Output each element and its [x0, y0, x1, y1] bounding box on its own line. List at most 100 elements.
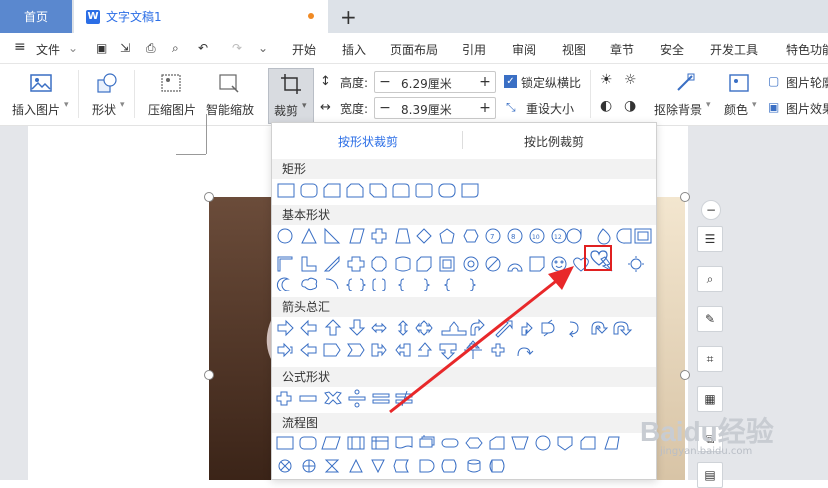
tab-bar: 首页 W 文字文稿1 +	[0, 0, 828, 33]
watermark-logo: Baidu经验	[640, 416, 774, 447]
section-flowchart: 流程图	[272, 413, 656, 433]
crop-button[interactable]: 裁剪 ▾	[268, 68, 314, 124]
tab-shape-crop[interactable]: 按形状裁剪	[338, 133, 398, 150]
layout-options-icon[interactable]: ☰	[697, 226, 723, 252]
width-icon: ↔	[320, 100, 331, 115]
lock-ratio-label: 锁定纵横比	[521, 76, 582, 90]
zoom-icon[interactable]: ⌕	[697, 266, 723, 292]
quick-access-dropdown-icon[interactable]: ⌄	[258, 41, 268, 55]
menu-insert[interactable]: 插入	[342, 41, 366, 58]
arrow-shapes	[277, 319, 633, 360]
menu-features[interactable]: 特色功能	[786, 41, 828, 58]
color-icon	[729, 74, 749, 92]
chevron-down-icon[interactable]: ▾	[752, 100, 757, 110]
width-stepper[interactable]: − 8.39厘米 +	[374, 97, 496, 119]
resize-handle[interactable]	[680, 370, 690, 380]
image-outline-icon: ▢	[768, 74, 780, 88]
resize-handle[interactable]	[680, 192, 690, 202]
heart-shape-highlight[interactable]	[584, 245, 612, 271]
menu-start[interactable]: 开始	[292, 41, 316, 58]
shape-button[interactable]: 形状	[92, 101, 116, 118]
more-tools-icon[interactable]: ▤	[697, 462, 723, 488]
flowchart-shapes	[276, 435, 620, 474]
color-button[interactable]: 颜色	[724, 101, 748, 118]
compress-image-icon	[161, 74, 181, 92]
resize-handle[interactable]	[204, 370, 214, 380]
smart-zoom-button[interactable]: 智能缩放	[206, 101, 254, 118]
image-tool-icon[interactable]: ▦	[697, 386, 723, 412]
contrast-down-icon[interactable]: ◑	[624, 98, 636, 114]
crop-dropdown: 按形状裁剪 按比例裁剪 矩形 基本形状 7 8 10 12 箭头总汇 公式形状 …	[271, 122, 657, 480]
print-preview-icon[interactable]: ⌕	[172, 41, 179, 56]
chevron-down-icon[interactable]: ⌄	[68, 41, 78, 55]
section-basic: 基本形状	[272, 205, 656, 225]
crop-label: 裁剪	[274, 104, 299, 118]
remove-bg-icon	[677, 73, 695, 91]
image-effect-button[interactable]: 图片效果	[786, 100, 828, 117]
export-icon[interactable]: ⇲	[120, 41, 130, 55]
tab-ratio-crop[interactable]: 按比例裁剪	[524, 133, 584, 150]
menu-developer[interactable]: 开发工具	[710, 41, 758, 58]
menu-file[interactable]: 文件	[36, 41, 60, 58]
chevron-down-icon: ▾	[302, 101, 307, 111]
height-decrement-button[interactable]: −	[375, 72, 395, 92]
menu-review[interactable]: 审阅	[512, 41, 536, 58]
brightness-down-icon[interactable]: ☼	[624, 72, 637, 88]
formula-shapes	[276, 389, 413, 408]
insert-image-button[interactable]: 插入图片	[12, 101, 60, 118]
tab-document-label: 文字文稿1	[106, 10, 162, 24]
insert-image-icon	[30, 74, 52, 92]
width-decrement-button[interactable]: −	[375, 98, 395, 118]
collapse-icon[interactable]: −	[701, 200, 721, 220]
writer-icon: W	[86, 9, 100, 24]
svg-text:10: 10	[532, 234, 540, 241]
compress-image-button[interactable]: 压缩图片	[148, 101, 196, 118]
menu-page-layout[interactable]: 页面布局	[390, 41, 438, 58]
svg-text:8: 8	[511, 233, 515, 241]
margin-mark	[206, 114, 207, 154]
crop-icon[interactable]: ⌗	[697, 346, 723, 372]
crop-icon	[281, 74, 301, 94]
menu-chapter[interactable]: 章节	[610, 41, 634, 58]
section-rect: 矩形	[272, 159, 656, 179]
crop-mode-tabs: 按形状裁剪 按比例裁剪	[272, 123, 658, 157]
height-label: 高度:	[340, 76, 369, 90]
section-formula: 公式形状	[272, 367, 656, 387]
chevron-down-icon[interactable]: ▾	[706, 100, 711, 110]
margin-mark	[176, 154, 206, 155]
edit-image-icon[interactable]: ✎	[697, 306, 723, 332]
save-icon[interactable]: ▣	[96, 41, 107, 55]
height-stepper[interactable]: − 6.29厘米 +	[374, 71, 496, 93]
menu-reference[interactable]: 引用	[462, 41, 486, 58]
reset-size-button[interactable]: 重设大小	[526, 100, 574, 117]
remove-bg-button[interactable]: 抠除背景	[654, 101, 702, 118]
height-increment-button[interactable]: +	[475, 72, 495, 92]
tab-document[interactable]: W 文字文稿1	[74, 0, 328, 33]
tab-home[interactable]: 首页	[0, 0, 72, 33]
lock-ratio-checkbox[interactable]: ✓	[504, 75, 517, 88]
image-outline-button[interactable]: 图片轮廓	[786, 74, 828, 91]
contrast-up-icon[interactable]: ◐	[600, 98, 612, 114]
undo-icon[interactable]: ↶	[198, 41, 208, 55]
svg-text:7: 7	[490, 233, 494, 241]
width-label: 宽度:	[340, 102, 369, 116]
hamburger-icon[interactable]: ≡	[14, 39, 26, 55]
section-arrows: 箭头总汇	[272, 297, 656, 317]
resize-handle[interactable]	[204, 192, 214, 202]
brightness-up-icon[interactable]: ☀	[600, 72, 613, 88]
redo-icon[interactable]: ↷	[232, 41, 242, 55]
height-value[interactable]: 6.29厘米	[401, 75, 452, 92]
width-increment-button[interactable]: +	[475, 98, 495, 118]
watermark-url: jingyan.baidu.com	[660, 446, 753, 457]
print-icon[interactable]: ⎙	[146, 41, 156, 56]
image-effect-icon: ▣	[768, 100, 780, 114]
chevron-down-icon[interactable]: ▾	[120, 100, 125, 110]
unsaved-dot-icon	[308, 13, 314, 19]
width-value[interactable]: 8.39厘米	[401, 101, 452, 118]
menu-security[interactable]: 安全	[660, 41, 684, 58]
new-tab-button[interactable]: +	[340, 5, 357, 29]
menu-view[interactable]: 视图	[562, 41, 586, 58]
chevron-down-icon[interactable]: ▾	[64, 100, 69, 110]
menu-bar: ≡ 文件 ⌄ ▣ ⇲ ⎙ ⌕ ↶ ↷ ⌄ 开始 插入 页面布局 引用 审阅 视图…	[0, 33, 828, 64]
reset-size-icon: ⤡	[506, 100, 516, 114]
